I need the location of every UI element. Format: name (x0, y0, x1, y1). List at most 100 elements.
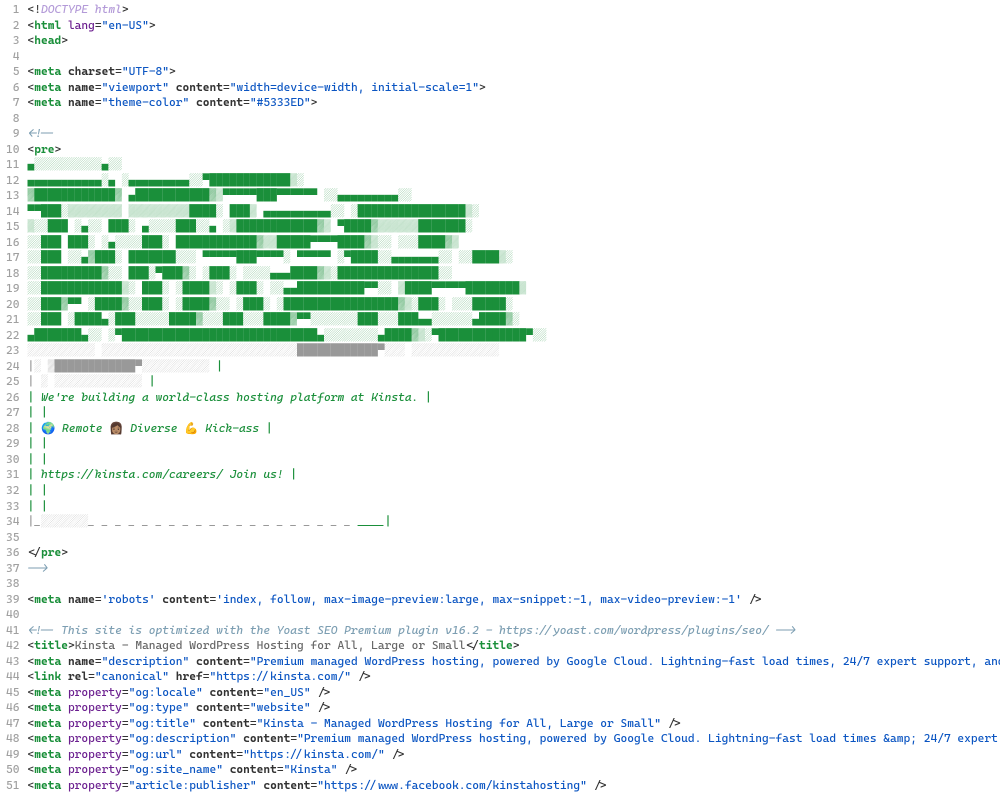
line-number: 37 (6, 561, 19, 577)
token-textitalic: ____| (358, 514, 392, 528)
token-str: "#5333ED" (250, 95, 311, 109)
token-punct: = (95, 80, 102, 94)
token-attrbold: charset (68, 64, 115, 78)
code-line[interactable]: | | (27, 452, 1000, 468)
code-line[interactable]: |_░░░░░░░_ _ _ _ _ _ _ _ _ _ _ _ _ _ _ _… (27, 514, 1000, 530)
code-line[interactable]: ░░███ ░░▄▓███░ ███████░░░ ▀▀▀▀▀███▀▀▀▀░ … (27, 250, 1000, 266)
code-line[interactable] (27, 576, 1000, 592)
token-punct: = (122, 747, 129, 761)
token-comment: <!-- This site is optimized with the Yoa… (27, 623, 795, 637)
code-line[interactable]: ░░███ ███░ ░▄░░░░███░ ████████████▓▒▒███… (27, 235, 1000, 251)
token-punct: = (88, 669, 95, 683)
code-line[interactable]: <html lang="en-US"> (27, 18, 1000, 34)
code-line[interactable] (27, 607, 1000, 623)
code-line[interactable]: ░░████████████▒░ ███░ ░████▒░ ░███░ ░░▄▄… (27, 281, 1000, 297)
code-line[interactable]: <!DOCTYPE html> (27, 2, 1000, 18)
code-line[interactable] (27, 530, 1000, 546)
code-content[interactable]: <!DOCTYPE html><html lang="en-US"><head>… (27, 0, 1000, 795)
code-line[interactable]: |░ ▒████████████▀░░░░░░░░░░ | (27, 359, 1000, 375)
code-line[interactable]: | ░ ░░░░░░░░░░░░░ | (27, 374, 1000, 390)
code-line[interactable]: <title>Kinsta - Managed WordPress Hostin… (27, 638, 1000, 654)
token-attrbold: name (68, 80, 95, 94)
token-tag: meta (34, 654, 68, 668)
code-line[interactable]: ▀▀███░▒▒▒▒▒▒▒▒ ▒▒▒▒▒▒▒▒▒████░ ███▒ ▄▄▄▄▄… (27, 204, 1000, 220)
line-number: 32 (6, 483, 19, 499)
line-number: 13 (6, 188, 19, 204)
token-text (742, 592, 749, 606)
token-textitalic: | (142, 374, 155, 388)
code-line[interactable]: <meta property="article:publisher" conte… (27, 778, 1000, 794)
code-line[interactable]: <meta property="og:site_name" content="K… (27, 762, 1000, 778)
token-str: "Kinsta" (284, 762, 338, 776)
line-number: 49 (6, 747, 19, 763)
code-line[interactable]: <link rel="canonical" href="https://kins… (27, 669, 1000, 685)
code-line[interactable]: <meta property="og:type" content="websit… (27, 700, 1000, 716)
code-line[interactable]: ▒░░███ ░▄░░ ███░ ▄░░░░███░░▄ ░▒█████████… (27, 219, 1000, 235)
line-number: 46 (6, 700, 19, 716)
token-punct: = (115, 64, 122, 78)
code-line[interactable]: ░░░░░░░░░░ ░░░░░░░░░░░░░░░░░░░░░░░░░░░░░… (27, 343, 1000, 359)
code-line[interactable]: <head> (27, 33, 1000, 49)
token-tag: meta (34, 80, 68, 94)
token-punct: > (169, 64, 176, 78)
code-line[interactable]: | 🌍 Remote 👩🏽 Diverse 💪 Kick-ass | (27, 421, 1000, 437)
token-punct: = (250, 716, 257, 730)
token-text (311, 685, 318, 699)
code-line[interactable]: ░░███▓▀▀ ░████▓░░███░ ░████▓░░ ░███░ ░██… (27, 297, 1000, 313)
token-punct: /> (344, 762, 357, 776)
code-line[interactable]: <meta property="og:url" content="https:/… (27, 747, 1000, 763)
code-line[interactable]: --> (27, 561, 1000, 577)
code-line[interactable] (27, 111, 1000, 127)
token-tag: meta (34, 95, 68, 109)
line-number: 35 (6, 530, 19, 546)
code-line[interactable]: | | (27, 405, 1000, 421)
code-line[interactable]: ▄░░░░░░░░░░▄░░ (27, 157, 1000, 173)
token-emoji: 💪 (184, 421, 198, 435)
code-line[interactable]: <meta property="og:description" content=… (27, 731, 1000, 747)
token-tag: meta (34, 747, 68, 761)
code-line[interactable]: ▄███████▄░░ ░▀██████████████████████████… (27, 328, 1000, 344)
code-line[interactable]: <meta property="og:title" content="Kinst… (27, 716, 1000, 732)
token-attrbold: content (209, 685, 256, 699)
code-line[interactable] (27, 49, 1000, 65)
code-line[interactable]: <meta charset="UTF-8"> (27, 64, 1000, 80)
token-str: "Kinsta - Managed WordPress Hosting for … (257, 716, 661, 730)
token-punct: = (311, 778, 318, 792)
token-attr: lang (68, 18, 95, 32)
code-line[interactable]: | | (27, 436, 1000, 452)
code-line[interactable]: <meta name="viewport" content="width=dev… (27, 80, 1000, 96)
token-str: "website" (250, 700, 311, 714)
code-line[interactable]: ▓████████████▓ ▄███████████▓▒▀▀▀▀▀███▀▀▀… (27, 188, 1000, 204)
line-number: 30 (6, 452, 19, 468)
code-line[interactable]: <meta name='robots' content='index, foll… (27, 592, 1000, 608)
token-punct: /> (358, 669, 371, 683)
token-punct: = (122, 700, 129, 714)
code-line[interactable]: <meta name="theme-color" content="#5333E… (27, 95, 1000, 111)
code-line[interactable]: ░░█████████▓░░ ███░▀███▓░ ░███░ ░░░░▄▄▄█… (27, 266, 1000, 282)
line-number: 18 (6, 266, 19, 282)
token-str: "Premium managed WordPress hosting, powe… (250, 654, 1000, 668)
token-punct: <! (27, 2, 40, 16)
code-line[interactable]: <meta property="og:locale" content="en_U… (27, 685, 1000, 701)
token-punct: > (149, 18, 156, 32)
code-line[interactable]: | | (27, 483, 1000, 499)
code-line[interactable]: | | (27, 499, 1000, 515)
token-str: "og:locale" (129, 685, 203, 699)
line-number: 39 (6, 592, 19, 608)
token-tag: meta (34, 762, 68, 776)
code-line[interactable]: <meta name="description" content="Premiu… (27, 654, 1000, 670)
code-line[interactable]: </pre> (27, 545, 1000, 561)
code-line[interactable]: | https://kinsta.com/careers/ Join us! | (27, 467, 1000, 483)
line-number: 44 (6, 669, 19, 685)
code-line[interactable]: <pre> (27, 142, 1000, 158)
code-line[interactable]: ▄▄▄▄▄▄▄▄▄▄▄░▄ ░▄▄▄▄▄▄▄▄▄░░▀████████████▒… (27, 173, 1000, 189)
code-line[interactable]: ░░███ ░████▄░███░░░░░████▓░░░███░░░████▓… (27, 312, 1000, 328)
line-number: 27 (6, 405, 19, 421)
token-textitalic: | (209, 359, 222, 373)
code-line[interactable]: <!-- This site is optimized with the Yoa… (27, 623, 1000, 639)
token-textitalic: | https://kinsta.com/careers/ Join us! | (27, 467, 297, 481)
code-line[interactable]: | We're building a world-class hosting p… (27, 390, 1000, 406)
token-punct: = (243, 95, 250, 109)
token-ascii: ░░█████████▓░░ ███░▀███▓░ ░███░ ░░░░▄▄▄█… (27, 266, 452, 280)
code-line[interactable]: <!-- (27, 126, 1000, 142)
